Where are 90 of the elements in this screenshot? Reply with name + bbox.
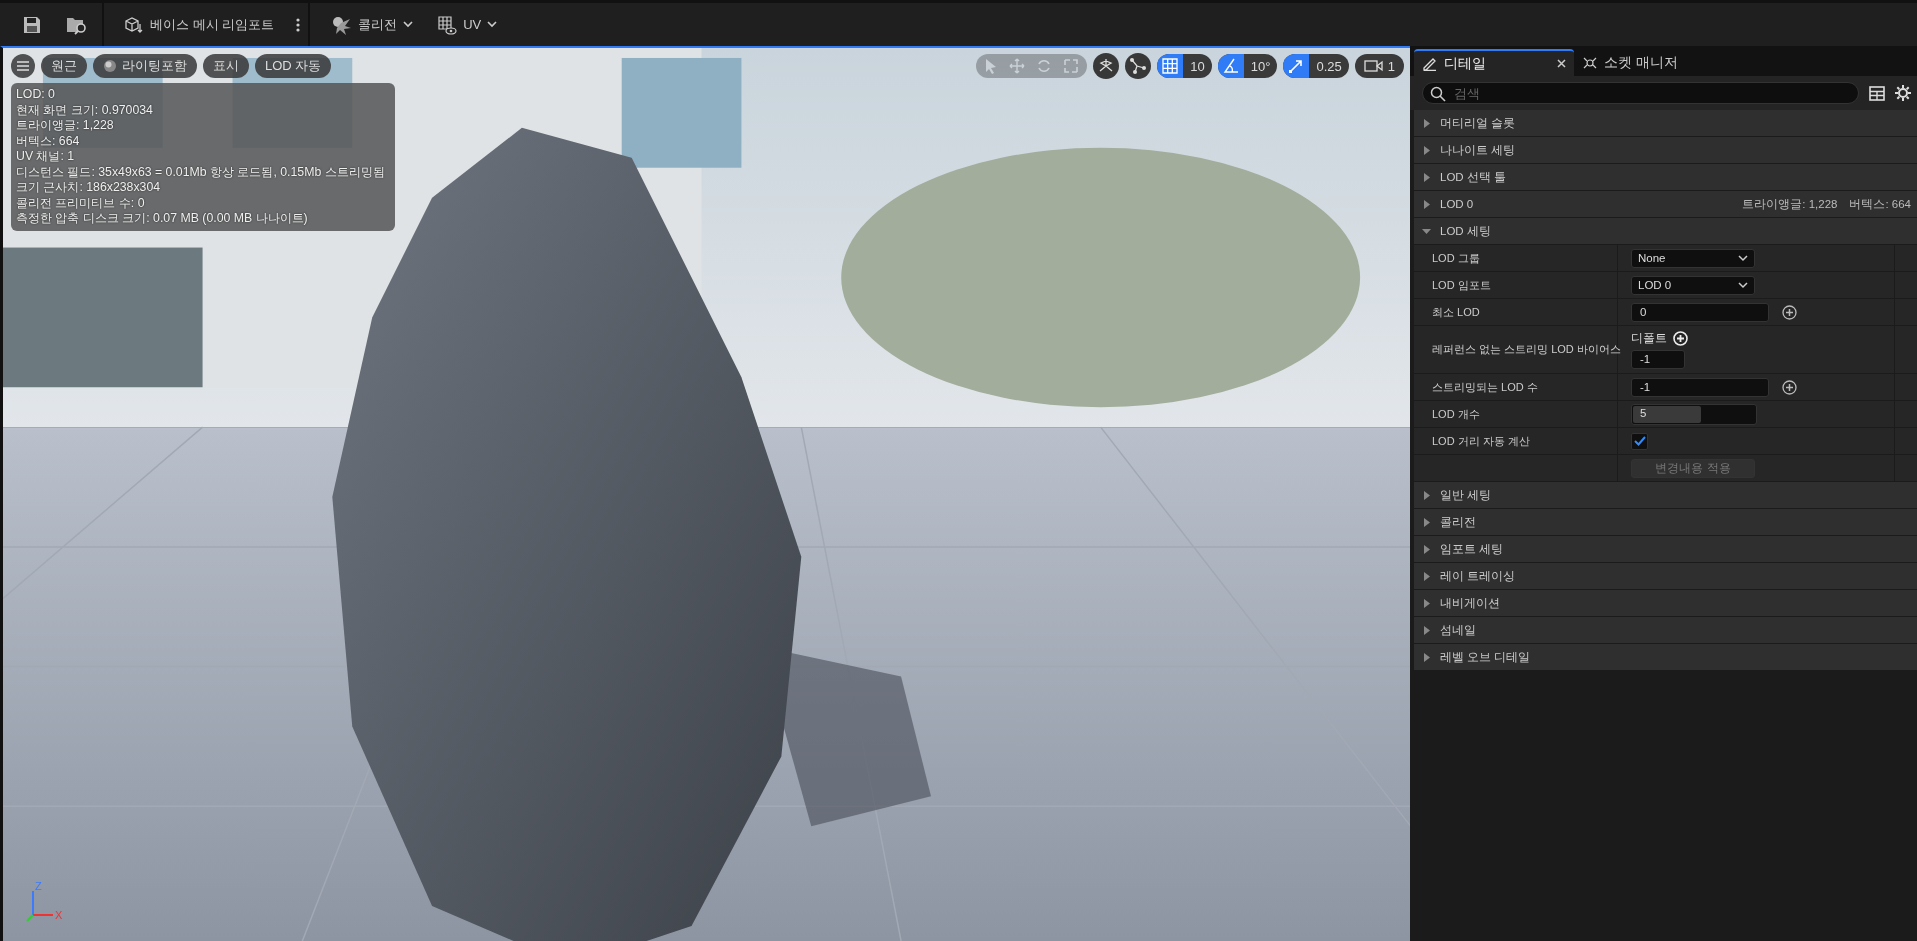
- reimport-button[interactable]: 베이스 메시 리임포트: [114, 6, 285, 43]
- dropdown-button[interactable]: 콜리전: [320, 6, 424, 43]
- category-header[interactable]: LOD 세팅: [1414, 218, 1917, 245]
- stat-line: 디스턴스 필드: 35x49x63 = 0.01Mb 항상 로드됨, 0.15Mb 스트리밍됨: [16, 164, 386, 180]
- stat-line: 측정한 압축 디스크 크기: 0.07 MB (0.00 MB 나나이트): [16, 211, 309, 227]
- mesh-arrow-icon: [124, 15, 144, 34]
- category-title: 나나이트 세팅: [1440, 142, 1516, 158]
- stat-line: 콜리전 프리미티브 수: 0: [16, 195, 146, 211]
- category-title: LOD 0: [1440, 198, 1474, 210]
- category-header[interactable]: LOD 선택 툴: [1414, 164, 1917, 191]
- chevron-down-icon: [1738, 254, 1748, 262]
- category-header[interactable]: 머티리얼 슬롯: [1414, 110, 1917, 137]
- category-title: 내비게이션: [1440, 595, 1500, 611]
- snap-toggle[interactable]: [1283, 54, 1310, 78]
- platform-label: 디폴트: [1631, 330, 1667, 346]
- nodes-icon: [1129, 57, 1148, 75]
- panel-tab[interactable]: 소켓 매니저: [1574, 49, 1686, 76]
- property-label: LOD 거리 자동 계산: [1432, 433, 1530, 449]
- category-header[interactable]: 내비게이션: [1414, 590, 1917, 617]
- category-title: 레이 트레이싱: [1440, 568, 1516, 584]
- category-title: 레벨 오브 디테일: [1440, 649, 1531, 665]
- settings-icon[interactable]: [1895, 85, 1911, 101]
- more-icon: [296, 17, 301, 32]
- viewport-option-button[interactable]: 표시: [203, 54, 249, 78]
- rotate-icon: [1036, 58, 1053, 74]
- angle-icon: [1222, 58, 1239, 74]
- category-header[interactable]: 콜리전: [1414, 509, 1917, 536]
- stat-line: 현재 화면 크기: 0.970034: [16, 102, 154, 118]
- category-header[interactable]: 일반 세팅: [1414, 482, 1917, 509]
- save-icon: [22, 14, 42, 35]
- category-header[interactable]: 레벨 오브 디테일: [1414, 644, 1917, 671]
- category-title: 임포트 세팅: [1440, 541, 1504, 557]
- property-label: 최소 LOD: [1432, 304, 1480, 320]
- category-header[interactable]: 나나이트 세팅: [1414, 137, 1917, 164]
- category-header[interactable]: 섬네일: [1414, 617, 1917, 644]
- camera-icon: [1363, 59, 1384, 73]
- property-label: 레퍼런스 없는 스트리밍 LOD 바이어스: [1432, 342, 1621, 357]
- sphere-icon: [103, 59, 117, 73]
- viewport-option-button[interactable]: 라이팅포함: [93, 54, 197, 78]
- search-icon: [1430, 86, 1446, 102]
- viewport-option-button[interactable]: LOD 자동: [255, 54, 332, 78]
- add-icon[interactable]: [1782, 304, 1797, 320]
- stat-line: UV 채널: 1: [16, 149, 76, 165]
- chevron-down-icon: [1738, 281, 1748, 289]
- starburst-icon: [330, 14, 353, 35]
- summary-text: 버텍스: 664: [1849, 196, 1911, 212]
- property-label: 스트리밍되는 LOD 수: [1432, 379, 1538, 395]
- category-title: 머티리얼 슬롯: [1440, 115, 1516, 131]
- close-icon[interactable]: [1557, 59, 1566, 68]
- add-icon[interactable]: [1782, 379, 1797, 395]
- dropdown-button[interactable]: UV: [427, 6, 508, 43]
- summary-text: 트라이앵글: 1,228: [1742, 196, 1838, 212]
- stat-line: 버텍스: 664: [16, 133, 81, 149]
- chevron-down-icon: [487, 21, 498, 28]
- property-label: LOD 개수: [1432, 406, 1480, 422]
- number-field[interactable]: -1: [1631, 377, 1769, 397]
- category-title: 일반 세팅: [1440, 487, 1492, 503]
- category-title: 콜리전: [1440, 514, 1476, 530]
- table-view-icon[interactable]: [1869, 85, 1885, 101]
- search-field[interactable]: 검색: [1422, 82, 1859, 104]
- property-label: LOD 그룹: [1432, 250, 1480, 266]
- move-icon: [1009, 58, 1026, 74]
- socket-icon: [1582, 55, 1598, 70]
- number-field[interactable]: 0: [1631, 302, 1769, 322]
- viewport-option-button[interactable]: 원근: [41, 54, 87, 78]
- camera-speed-button[interactable]: 1: [1354, 54, 1404, 78]
- scale-icon: [1063, 58, 1080, 74]
- category-header[interactable]: LOD 0 트라이앵글: 1,228 버텍스: 664: [1414, 191, 1917, 218]
- property-label: LOD 임포트: [1432, 277, 1491, 293]
- diagonal-arrow-icon: [1288, 58, 1305, 74]
- category-header[interactable]: 레이 트레이싱: [1414, 563, 1917, 590]
- number-field[interactable]: -1: [1631, 349, 1685, 369]
- dropdown-field[interactable]: LOD 0: [1631, 275, 1755, 295]
- stat-line: 트라이앵글: 1,228: [16, 118, 115, 134]
- stat-line: LOD: 0: [16, 87, 56, 103]
- category-title: LOD 선택 툴: [1440, 169, 1507, 185]
- category-title: 섬네일: [1440, 622, 1476, 638]
- stat-line: 크기 근사치: 186x238x304: [16, 180, 162, 196]
- category-title: LOD 세팅: [1440, 223, 1491, 239]
- chevron-down-icon: [403, 21, 414, 28]
- grid-icon: [1162, 58, 1179, 74]
- menu-icon: [17, 61, 29, 71]
- snap-toggle[interactable]: [1157, 54, 1184, 78]
- slider-field[interactable]: 5: [1631, 403, 1757, 425]
- checkbox[interactable]: [1631, 432, 1648, 450]
- grid-eye-icon: [437, 14, 458, 35]
- dropdown-field[interactable]: None: [1631, 248, 1755, 268]
- panel-tab[interactable]: 디테일: [1414, 49, 1574, 76]
- pencil-icon: [1422, 56, 1438, 71]
- category-header[interactable]: 임포트 세팅: [1414, 536, 1917, 563]
